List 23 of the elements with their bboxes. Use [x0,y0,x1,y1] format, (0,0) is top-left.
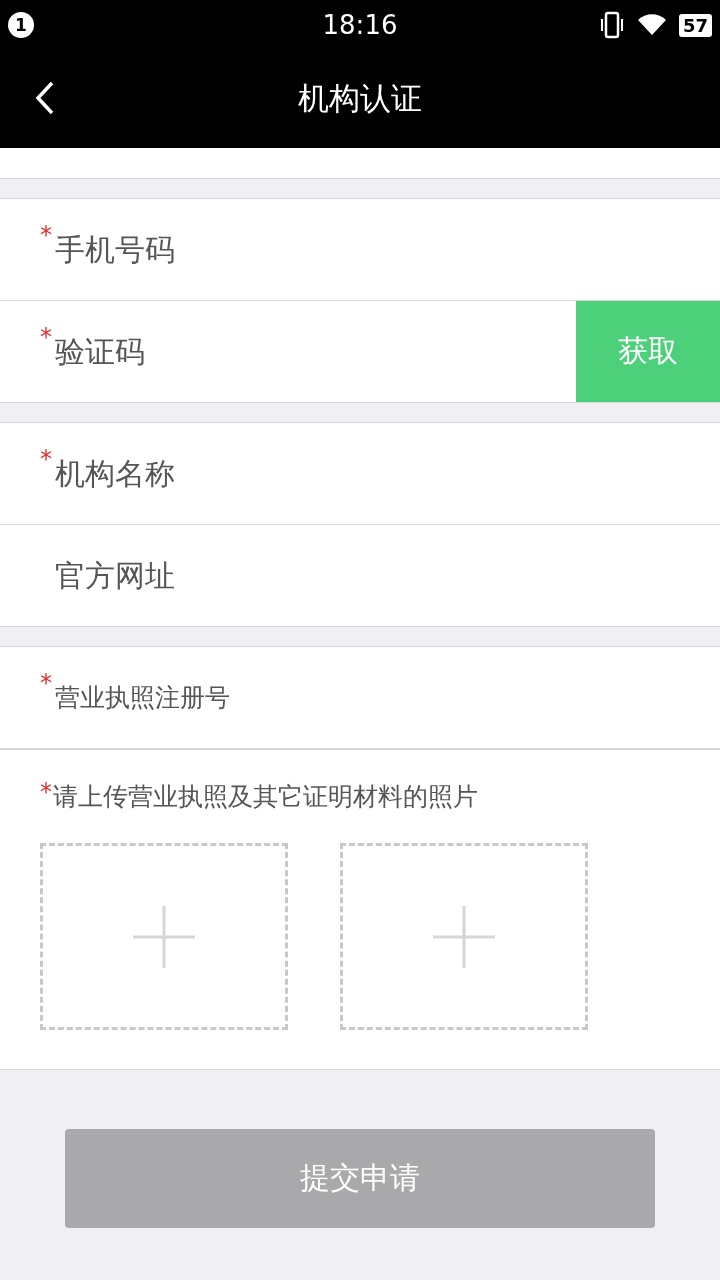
input-field[interactable]: 机构名称 [53,423,720,524]
vibrate-icon [598,11,625,39]
page-title: 机构认证 [298,79,422,118]
add-icon [133,905,195,968]
photo-upload-box[interactable] [340,843,588,1030]
photo-upload-box[interactable] [40,843,288,1030]
back-icon[interactable] [34,80,56,116]
required-mark: * [0,301,53,402]
wifi-icon [636,13,667,37]
add-icon [433,905,495,968]
notification-badge: 1 [8,12,34,38]
input-field[interactable]: 官方网址 [0,525,720,626]
input-field[interactable]: 营业执照注册号 [53,647,720,748]
input-field[interactable]: 手机号码 [53,199,720,300]
required-mark: * [0,199,53,300]
battery-level: 57 [678,13,712,37]
required-mark: * [0,647,53,748]
upload-label: 请上传营业执照及其它证明材料的照片 [53,781,478,813]
get-code-button[interactable]: 获取 [576,301,720,402]
required-mark: * [0,423,53,524]
input-field[interactable]: 验证码 [53,301,576,402]
status-time: 18:16 [321,10,399,40]
required-mark: * [40,777,53,806]
